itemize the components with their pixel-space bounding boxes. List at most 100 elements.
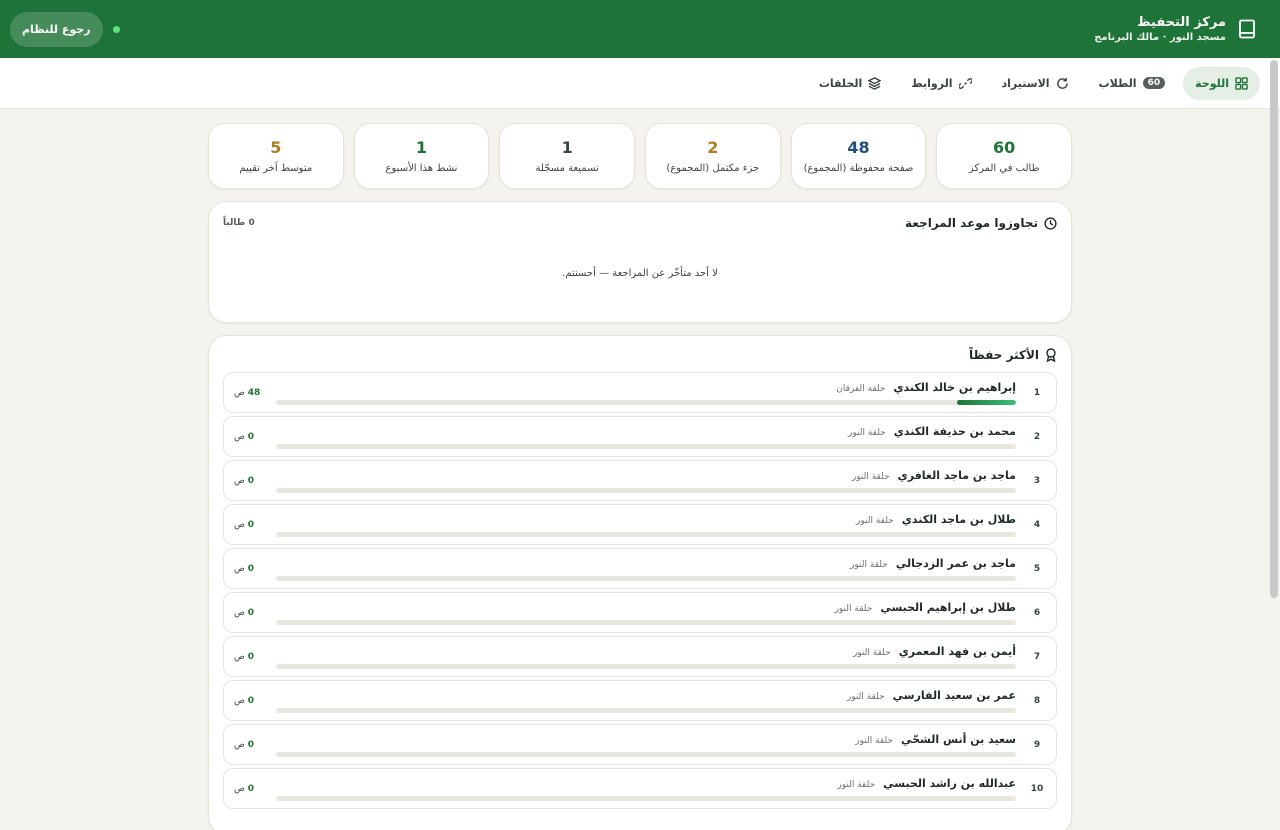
pages-unit: ص <box>234 387 245 398</box>
leaderboard-list: 1 إبراهيم بن خالد الكندي حلقة الفرقان 48 ص2… <box>223 372 1057 809</box>
row-body: طلال بن إبراهيم الحبسي حلقة النور <box>262 601 1028 625</box>
card-title: الأكثر حفظاً <box>223 348 1057 362</box>
pages-value: 0 <box>247 563 255 574</box>
leaderboard-row[interactable]: 3 ماجد بن ماجد الغافري حلقة النور 0 ص <box>223 460 1057 501</box>
pages-count: 0 ص <box>234 432 262 442</box>
row-body: ماجد بن عمر الزدجالي حلقة النور <box>262 557 1028 581</box>
tab-dashboard-label: اللوحة <box>1195 76 1229 90</box>
pages-unit: ص <box>234 695 245 706</box>
leaderboard-row[interactable]: 4 طلال بن ماجد الكندي حلقة النور 0 ص <box>223 504 1057 545</box>
overdue-title: تجاوزوا موعد المراجعة <box>905 216 1038 230</box>
leaderboard-row[interactable]: 2 محمد بن حذيفة الكندي حلقة النور 0 ص <box>223 416 1057 457</box>
tab-import[interactable]: الاستيراد <box>990 67 1081 100</box>
pages-value: 0 <box>247 783 255 794</box>
row-top: محمد بن حذيفة الكندي حلقة النور <box>276 425 1016 438</box>
circle-name: حلقة النور <box>855 735 893 746</box>
row-body: طلال بن ماجد الكندي حلقة النور <box>262 513 1028 537</box>
tab-circles[interactable]: الحلقات <box>807 67 893 100</box>
pages-unit: ص <box>234 519 245 530</box>
leaderboard-row[interactable]: 7 أيمن بن فهد المعمري حلقة النور 0 ص <box>223 636 1057 677</box>
leaderboard-row[interactable]: 5 ماجد بن عمر الزدجالي حلقة النور 0 ص <box>223 548 1057 589</box>
progress-track <box>276 751 1016 757</box>
stat-value: 1 <box>561 138 573 157</box>
circle-name: حلقة النور <box>850 559 888 570</box>
row-top: إبراهيم بن خالد الكندي حلقة الفرقان <box>276 381 1016 394</box>
leaderboard-row[interactable]: 8 عمر بن سعيد الفارسي حلقة النور 0 ص <box>223 680 1057 721</box>
overdue-review-card: تجاوزوا موعد المراجعة 0 طالباً لا أحد مت… <box>208 201 1072 323</box>
pages-count: 0 ص <box>234 476 262 486</box>
progress-track <box>276 707 1016 713</box>
student-name: سعيد بن أنس الشحّي <box>901 732 1016 746</box>
pages-value: 0 <box>247 739 255 750</box>
circle-name: حلقة النور <box>856 515 894 526</box>
stat-label: جزء مكتمل (المجموع) <box>666 163 760 174</box>
row-top: ماجد بن ماجد الغافري حلقة النور <box>276 469 1016 482</box>
progress-track <box>276 575 1016 581</box>
app-subtitle: مسجد النور · مالك البرنامج <box>1094 32 1226 43</box>
pages-value: 0 <box>247 475 255 486</box>
student-name: ماجد بن عمر الزدجالي <box>895 556 1016 570</box>
page-scrollbar[interactable] <box>1270 60 1278 598</box>
circle-name: حلقة النور <box>852 647 891 658</box>
tab-dashboard[interactable]: اللوحة <box>1183 66 1260 100</box>
app-title: مركز التحفيظ <box>1137 15 1226 30</box>
row-body: عبدالله بن راشد الحبسي حلقة النور <box>262 777 1028 801</box>
pages-unit: ص <box>234 607 245 618</box>
brand: مركز التحفيظ مسجد النور · مالك البرنامج <box>1094 15 1258 43</box>
tab-links[interactable]: الروابط <box>899 67 983 100</box>
stat-card-parts: 2 جزء مكتمل (المجموع) <box>644 123 781 189</box>
progress-track <box>276 487 1016 493</box>
progress-track <box>276 795 1016 801</box>
award-icon <box>1046 348 1056 362</box>
pages-count: 0 ص <box>234 608 262 618</box>
stat-value: 60 <box>993 138 1016 157</box>
student-name: ماجد بن ماجد الغافري <box>897 468 1016 482</box>
tab-links-label: الروابط <box>911 76 953 90</box>
row-top: طلال بن إبراهيم الحبسي حلقة النور <box>276 601 1016 614</box>
progress-track <box>276 619 1016 625</box>
tab-import-label: الاستيراد <box>1001 76 1050 90</box>
row-body: ماجد بن ماجد الغافري حلقة النور <box>262 469 1028 493</box>
row-top: ماجد بن عمر الزدجالي حلقة النور <box>276 557 1016 570</box>
book-icon <box>1236 18 1258 40</box>
pages-value: 48 <box>247 387 261 398</box>
stat-card-students: 60 طالب في المركز <box>936 123 1072 189</box>
pages-unit: ص <box>234 739 245 750</box>
student-name: طلال بن ماجد الكندي <box>901 512 1016 526</box>
rank-number: 5 <box>1033 563 1041 574</box>
pages-value: 0 <box>247 651 255 662</box>
leaderboard-row[interactable]: 9 سعيد بن أنس الشحّي حلقة النور 0 ص <box>223 724 1057 765</box>
pages-value: 0 <box>247 519 255 530</box>
pages-count: 0 ص <box>234 520 262 530</box>
row-top: طلال بن ماجد الكندي حلقة النور <box>276 513 1016 526</box>
stat-card-active-week: 1 نشط هذا الأسبوع <box>353 123 490 189</box>
pages-unit: ص <box>234 475 245 486</box>
row-body: أيمن بن فهد المعمري حلقة النور <box>262 645 1028 669</box>
rank-number: 7 <box>1033 651 1041 662</box>
leaderboard-row[interactable]: 6 طلال بن إبراهيم الحبسي حلقة النور 0 ص <box>223 592 1057 633</box>
refresh-icon <box>1056 77 1068 89</box>
rank-number: 6 <box>1033 607 1041 618</box>
row-top: عبدالله بن راشد الحبسي حلقة النور <box>276 777 1016 790</box>
stat-value: 5 <box>270 138 282 157</box>
back-to-system-button[interactable]: رجوع للنظام <box>10 11 103 47</box>
stat-label: صفحة محفوظة (المجموع) <box>803 163 914 174</box>
student-name: إبراهيم بن خالد الكندي <box>893 380 1016 394</box>
leaderboard-row[interactable]: 1 إبراهيم بن خالد الكندي حلقة الفرقان 48 ص <box>223 372 1057 413</box>
pages-count: 0 ص <box>234 564 262 574</box>
progress-track <box>276 443 1016 449</box>
rank-number: 4 <box>1033 519 1041 530</box>
main-nav: اللوحة 60 الطلاب الاستيراد الروابط الحلق… <box>0 58 1280 109</box>
leaderboard-row[interactable]: 10 عبدالله بن راشد الحبسي حلقة النور 0 ص <box>223 768 1057 809</box>
stats-row: 60 طالب في المركز 48 صفحة محفوظة (المجمو… <box>207 123 1072 189</box>
progress-track <box>276 399 1016 405</box>
pages-value: 0 <box>247 695 255 706</box>
pages-value: 0 <box>247 607 255 618</box>
row-top: أيمن بن فهد المعمري حلقة النور <box>276 645 1016 658</box>
students-count-badge: 60 <box>1142 77 1166 89</box>
pages-count: 0 ص <box>234 652 262 662</box>
rank-number: 1 <box>1033 387 1041 398</box>
tab-students[interactable]: 60 الطلاب <box>1087 67 1178 100</box>
app-header: مركز التحفيظ مسجد النور · مالك البرنامج … <box>0 0 1280 58</box>
pages-value: 0 <box>247 431 255 442</box>
